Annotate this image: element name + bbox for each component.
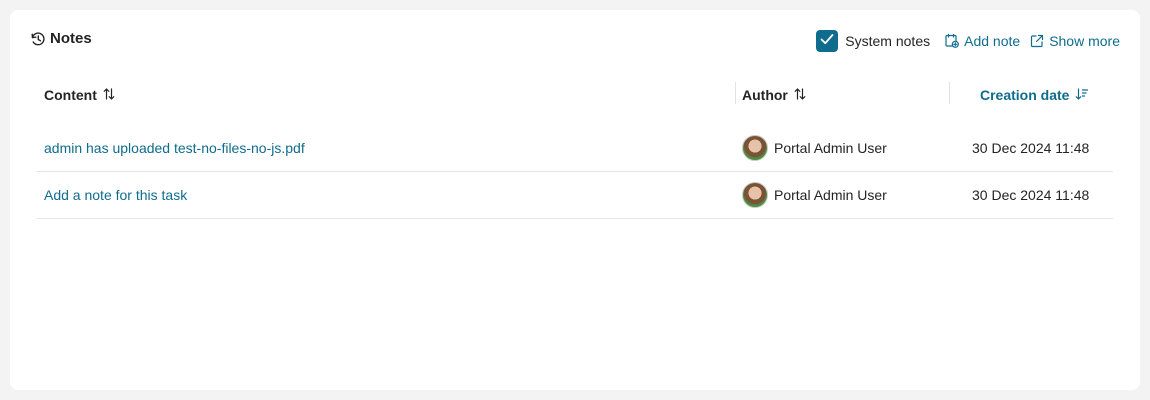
- author-name: Portal Admin User: [774, 187, 887, 203]
- show-more-button[interactable]: Show more: [1029, 33, 1120, 49]
- date-cell: 30 Dec 2024 11:48: [972, 125, 1089, 171]
- show-more-label: Show more: [1049, 33, 1120, 49]
- checkmark-icon: [819, 31, 835, 52]
- add-note-label: Add note: [964, 33, 1021, 49]
- column-header-author[interactable]: Author: [742, 80, 806, 110]
- content-cell: Add a note for this task: [44, 172, 187, 218]
- author-cell: Portal Admin User: [742, 172, 887, 218]
- notes-actions: System notes Add note Show more: [816, 30, 1120, 52]
- note-content-link[interactable]: admin has uploaded test-no-files-no-js.p…: [44, 140, 305, 156]
- creation-date: 30 Dec 2024 11:48: [972, 140, 1090, 156]
- notes-table: Content Author Creation date admin has u…: [37, 80, 1113, 219]
- author-name: Portal Admin User: [774, 140, 887, 156]
- title-wrap: Notes: [30, 30, 92, 47]
- column-header-content-label: Content: [44, 87, 97, 103]
- open-external-icon: [1029, 33, 1045, 49]
- add-note-button[interactable]: Add note: [944, 33, 1020, 49]
- table-row: admin has uploaded test-no-files-no-js.p…: [37, 125, 1113, 172]
- notes-title: Notes: [50, 30, 92, 47]
- table-header: Content Author Creation date: [37, 80, 1113, 110]
- note-add-icon: [944, 33, 960, 49]
- column-header-author-label: Author: [742, 87, 788, 103]
- avatar: [742, 182, 768, 208]
- table-row: Add a note for this task Portal Admin Us…: [37, 172, 1113, 219]
- column-header-creation-date-label: Creation date: [980, 87, 1070, 103]
- column-separator[interactable]: [735, 82, 736, 104]
- column-header-creation-date[interactable]: Creation date: [980, 80, 1089, 110]
- sort-arrows-icon: [794, 87, 806, 104]
- notes-header: Notes System notes Add note Show more: [10, 10, 1140, 70]
- content-cell: admin has uploaded test-no-files-no-js.p…: [44, 125, 305, 171]
- history-icon: [30, 31, 46, 47]
- column-header-content[interactable]: Content: [44, 80, 115, 110]
- column-separator[interactable]: [949, 82, 950, 104]
- date-cell: 30 Dec 2024 11:48: [972, 172, 1089, 218]
- header-spacer: [37, 110, 1113, 125]
- system-notes-checkbox[interactable]: [816, 30, 839, 52]
- sort-descending-icon: [1075, 87, 1089, 104]
- system-notes-label[interactable]: System notes: [845, 33, 930, 49]
- author-cell: Portal Admin User: [742, 125, 887, 171]
- notes-card: Notes System notes Add note Show more Co…: [10, 10, 1140, 390]
- note-content-link[interactable]: Add a note for this task: [44, 187, 187, 203]
- avatar: [742, 135, 768, 161]
- creation-date: 30 Dec 2024 11:48: [972, 187, 1090, 203]
- sort-arrows-icon: [103, 87, 115, 104]
